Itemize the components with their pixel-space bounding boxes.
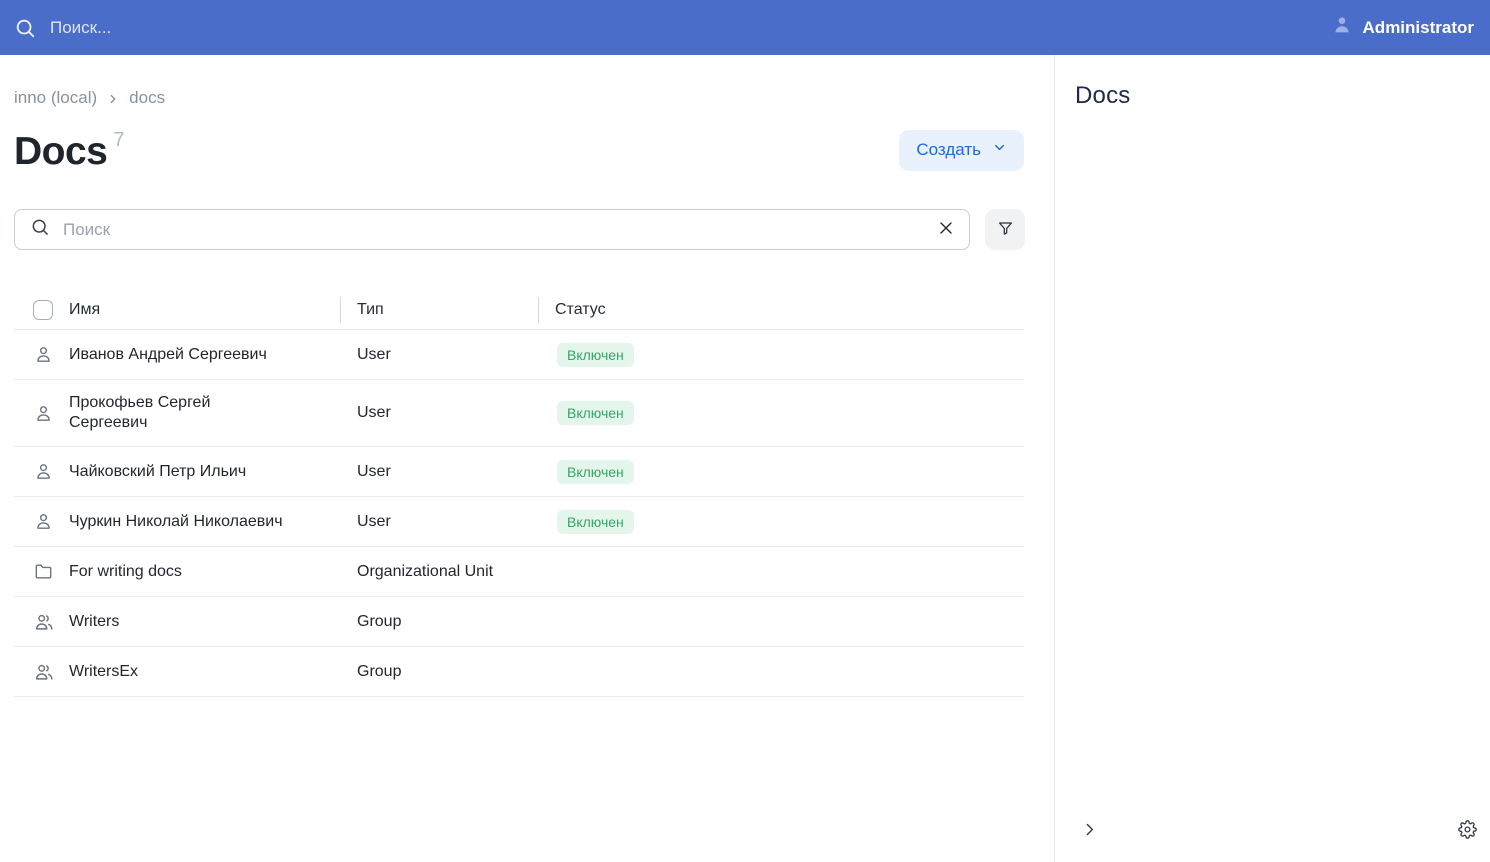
user-icon <box>33 403 54 424</box>
collapse-panel-button[interactable] <box>1081 821 1098 841</box>
topbar: Administrator <box>0 0 1490 55</box>
user-icon <box>33 511 54 532</box>
breadcrumb: inno (local) docs <box>14 88 1024 108</box>
breadcrumb-item-root[interactable]: inno (local) <box>14 88 97 108</box>
clear-search-button[interactable] <box>936 218 956 241</box>
gear-icon <box>1458 820 1477 842</box>
create-button[interactable]: Создать <box>899 130 1024 171</box>
table-row[interactable]: Writers Group <box>14 597 1024 647</box>
side-panel-title: Docs <box>1055 55 1490 110</box>
row-name: Чайковский Петр Ильич <box>69 449 340 495</box>
chevron-down-icon <box>992 140 1007 160</box>
row-type: Group <box>340 613 538 631</box>
table-row[interactable]: WritersEx Group <box>14 647 1024 697</box>
group-icon <box>33 611 55 633</box>
search-icon <box>30 217 50 242</box>
row-type: Organizational Unit <box>340 563 538 581</box>
user-name: Administrator <box>1363 18 1474 38</box>
breadcrumb-item-current[interactable]: docs <box>129 88 165 108</box>
main-content: inno (local) docs Docs7 Создать <box>0 55 1055 862</box>
row-type: User <box>340 404 538 422</box>
table-row[interactable]: Чайковский Петр Ильич User Включен <box>14 447 1024 497</box>
select-all-checkbox[interactable] <box>33 300 53 320</box>
row-type: User <box>340 513 538 531</box>
row-name: Чуркин Николай Николаевич <box>69 499 340 545</box>
table-row[interactable]: For writing docs Organizational Unit <box>14 547 1024 597</box>
status-badge: Включен <box>557 460 634 484</box>
row-type: Group <box>340 663 538 681</box>
search-icon <box>14 17 36 39</box>
row-name: Прокофьев Сергей Сергеевич <box>69 380 340 446</box>
user-icon <box>33 461 54 482</box>
table-search[interactable] <box>14 209 970 250</box>
row-type: User <box>340 346 538 364</box>
settings-button[interactable] <box>1458 820 1477 842</box>
group-icon <box>33 661 55 683</box>
row-type: User <box>340 463 538 481</box>
status-badge: Включен <box>557 510 634 534</box>
column-header-status[interactable]: Статус <box>538 301 1024 319</box>
row-name: For writing docs <box>69 549 340 595</box>
status-badge: Включен <box>557 401 634 425</box>
chevron-right-icon <box>1081 821 1098 841</box>
user-icon <box>33 344 54 365</box>
column-header-name[interactable]: Имя <box>69 301 340 319</box>
user-avatar-icon <box>1331 14 1353 41</box>
column-header-type[interactable]: Тип <box>340 301 538 319</box>
status-badge: Включен <box>557 343 634 367</box>
objects-table: Имя Тип Статус Иванов Андрей Сергеевич U… <box>14 290 1024 697</box>
table-row[interactable]: Прокофьев Сергей Сергеевич User Включен <box>14 380 1024 447</box>
close-icon <box>936 218 956 241</box>
page-title: Docs7 <box>14 130 124 171</box>
table-search-input[interactable] <box>61 219 925 241</box>
breadcrumb-chevron-icon <box>106 91 120 106</box>
table-header: Имя Тип Статус <box>14 290 1024 330</box>
row-name: WritersEx <box>69 649 340 695</box>
folder-icon <box>33 561 54 582</box>
global-search-input[interactable] <box>48 17 448 39</box>
filter-funnel-icon <box>996 219 1015 241</box>
side-panel: Docs <box>1055 55 1490 862</box>
table-row[interactable]: Чуркин Николай Николаевич User Включен <box>14 497 1024 547</box>
global-search[interactable] <box>14 17 1331 39</box>
table-row[interactable]: Иванов Андрей Сергеевич User Включен <box>14 330 1024 380</box>
table-body: Иванов Андрей Сергеевич User Включен Про… <box>14 330 1024 697</box>
user-menu[interactable]: Administrator <box>1331 14 1474 41</box>
item-count: 7 <box>113 129 124 151</box>
row-name: Writers <box>69 599 340 645</box>
filter-button[interactable] <box>985 209 1025 250</box>
row-name: Иванов Андрей Сергеевич <box>69 332 340 378</box>
